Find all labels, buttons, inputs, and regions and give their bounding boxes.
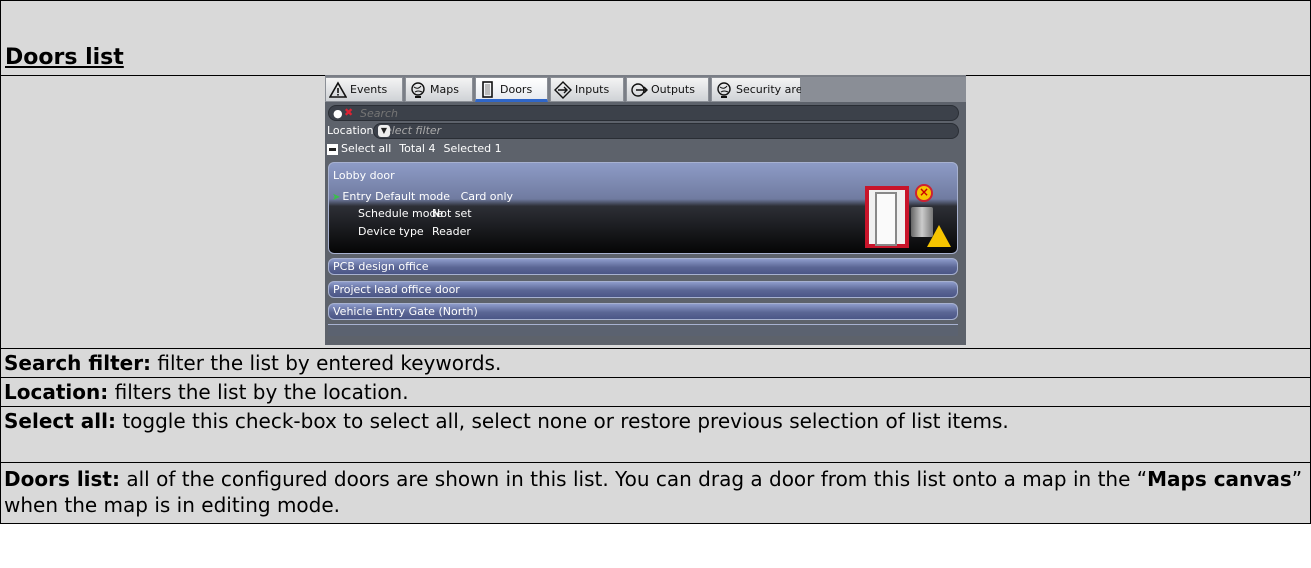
clear-search-icon[interactable]: ✖ [344,106,353,119]
doors-panel: ● ✖ Location Select filter ▼ Select all T… [325,102,966,345]
doors-panel-screenshot: Events Maps Doors Inputs Outputs Securit… [325,75,966,345]
search-icon: ● [333,107,343,120]
door-frame-icon [865,186,909,248]
entry-arrow-icon: ➤ [332,192,341,203]
door-entry-row: ➤ Entry Default mode Card only [332,190,514,203]
search-box[interactable]: ● ✖ [328,105,959,121]
desc-doors-list: Doors list: all of the configured doors … [0,462,1311,524]
doors-list: Lobby door ➤ Entry Default mode Card only… [328,162,958,345]
search-input[interactable] [360,106,940,120]
total-count: Total 4 [399,142,436,155]
desc-select-all: Select all: toggle this check-box to sel… [0,406,1311,463]
device-type-row: Device type Reader [358,225,471,238]
location-filter[interactable]: Select filter ▼ [373,123,959,139]
page-title: Doors list [5,45,124,70]
list-item[interactable]: PCB design office [328,258,958,275]
door-icon [482,81,493,98]
tab-bar: Events Maps Doors Inputs Outputs Securit… [325,75,966,102]
tab-bar-filler [801,77,966,102]
tab-events[interactable]: Events [325,77,403,102]
door-name: Lobby door [333,169,395,182]
warning-icon [927,225,951,247]
tab-outputs[interactable]: Outputs [626,77,709,102]
desc-location: Location: filters the list by the locati… [0,377,1311,407]
globe-icon [411,82,425,98]
list-item[interactable]: Project lead office door [328,281,958,298]
desc-search-filter: Search filter: filter the list by entere… [0,348,1311,378]
selection-bar: Select all Total 4 Selected 1 [327,142,502,158]
input-arrow-icon [554,81,572,99]
door-status-graphic: × [861,184,961,253]
chevron-down-icon[interactable]: ▼ [378,125,390,137]
header-cell: Doors list [0,0,1311,76]
list-item[interactable]: Vehicle Entry Gate (North) [328,303,958,320]
output-arrow-icon [631,83,648,97]
warning-icon [329,81,347,98]
tab-security-areas[interactable]: Security areas [711,77,815,102]
document-page: Doors list Events Maps Doors Inputs Outp… [0,0,1311,568]
selected-count: Selected 1 [443,142,502,155]
error-icon: × [915,184,933,202]
tab-doors[interactable]: Doors [475,77,548,102]
tab-inputs[interactable]: Inputs [550,77,624,102]
select-all-checkbox[interactable] [327,143,338,155]
schedule-mode-row: Schedule modeNot set [358,207,472,220]
tab-maps[interactable]: Maps [405,77,473,102]
list-item-expanded[interactable]: Lobby door ➤ Entry Default mode Card only… [328,162,958,254]
globe-icon [717,82,731,98]
select-all-label[interactable]: Select all [341,142,391,155]
location-label: Location [327,124,374,137]
list-end [328,324,958,336]
